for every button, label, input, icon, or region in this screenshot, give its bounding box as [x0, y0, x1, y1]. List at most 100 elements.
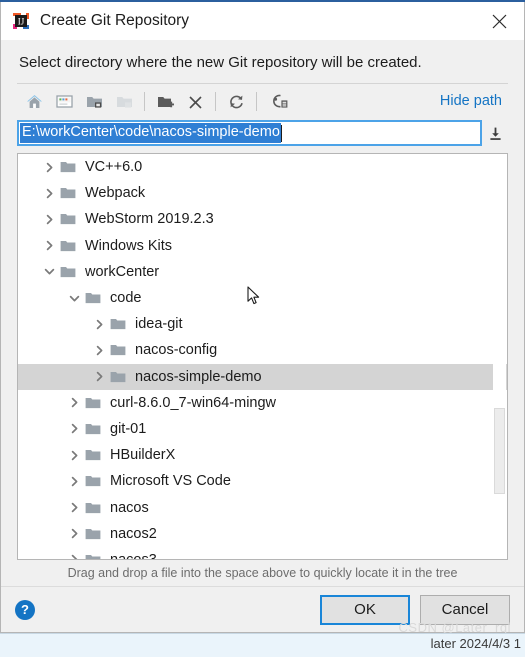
file-chooser-toolbar: Hide path: [15, 84, 510, 118]
chevron-right-icon[interactable]: [63, 502, 85, 513]
folder-icon: [85, 527, 107, 541]
tree-row[interactable]: WebStorm 2019.2.3: [18, 206, 507, 232]
project-folder-icon[interactable]: [79, 87, 109, 115]
dialog-body: Select directory where the new Git repos…: [1, 40, 524, 586]
tree-row[interactable]: nacos-simple-demo: [18, 363, 507, 390]
tree-row-label: VC++6.0: [85, 159, 143, 176]
intellij-idea-icon: IJ: [12, 12, 30, 30]
insert-path-icon[interactable]: [482, 120, 508, 146]
new-folder-icon[interactable]: [150, 87, 180, 115]
tree-row[interactable]: Microsoft VS Code: [18, 468, 507, 494]
toolbar-separator-3: [256, 91, 257, 111]
directory-tree-panel[interactable]: VC++6.0 Webpack WebStorm 2019.2.3 Windows K…: [17, 153, 508, 560]
tree-row-label: idea-git: [135, 316, 183, 333]
hide-path-link[interactable]: Hide path: [440, 93, 506, 109]
folder-icon: [85, 396, 107, 410]
tree-row[interactable]: git-01: [18, 416, 507, 442]
chevron-right-icon[interactable]: [88, 319, 110, 330]
tree-row[interactable]: workCenter: [18, 259, 507, 285]
help-icon[interactable]: ?: [15, 599, 35, 620]
tree-row[interactable]: Webpack: [18, 180, 507, 206]
folder-icon: [85, 291, 107, 305]
chevron-right-icon[interactable]: [63, 528, 85, 539]
chevron-right-icon[interactable]: [63, 397, 85, 408]
folder-icon: [60, 212, 82, 226]
chevron-right-icon[interactable]: [88, 371, 110, 382]
chevron-right-icon[interactable]: [38, 214, 60, 225]
tree-row-label: nacos3: [107, 552, 157, 559]
tree-row-label: curl-8.6.0_7-win64-mingw: [110, 394, 277, 411]
tree-row-label: git-01: [110, 420, 147, 437]
module-folder-icon[interactable]: [109, 87, 139, 115]
chevron-right-icon[interactable]: [38, 162, 60, 173]
tree-row[interactable]: nacos2: [18, 521, 507, 547]
close-icon[interactable]: [478, 4, 520, 38]
tree-row-label: workCenter: [85, 263, 160, 280]
chevron-right-icon[interactable]: [38, 188, 60, 199]
ok-button[interactable]: OK: [320, 594, 410, 625]
windows-taskbar: later 2024/4/3 1: [0, 633, 525, 657]
delete-icon[interactable]: [180, 87, 210, 115]
tree-row-label: Webpack: [85, 185, 146, 202]
chevron-right-icon[interactable]: [38, 240, 60, 251]
tree-row-label: Windows Kits: [85, 237, 173, 254]
folder-icon: [85, 422, 107, 436]
tree-scrollbar-thumb[interactable]: [494, 408, 505, 494]
dialog-prompt: Select directory where the new Git repos…: [19, 54, 422, 71]
dialog-footer: ? OK Cancel: [1, 586, 524, 632]
tree-row-label: nacos-simple-demo: [135, 368, 262, 385]
chevron-right-icon[interactable]: [63, 423, 85, 434]
path-input[interactable]: E:\workCenter\code\nacos-simple-demo: [17, 120, 482, 146]
folder-icon: [110, 370, 132, 384]
refresh-icon[interactable]: [221, 87, 251, 115]
path-input-value: E:\workCenter\code\nacos-simple-demo: [20, 123, 281, 143]
dialog-titlebar: IJ Create Git Repository: [1, 2, 524, 40]
desktop-icon[interactable]: [49, 87, 79, 115]
tree-row[interactable]: VC++6.0: [18, 154, 507, 180]
folder-icon: [85, 474, 107, 488]
tree-row[interactable]: HBuilderX: [18, 442, 507, 468]
tree-row-label: HBuilderX: [110, 447, 176, 464]
chevron-right-icon[interactable]: [63, 450, 85, 461]
tree-scrollbar-track[interactable]: [493, 155, 506, 558]
folder-icon: [85, 448, 107, 462]
tree-row-label: nacos2: [110, 525, 157, 542]
tree-row-label: nacos: [110, 499, 149, 516]
drag-drop-hint: Drag and drop a file into the space abov…: [67, 566, 458, 580]
tree-row[interactable]: nacos-config: [18, 337, 507, 363]
path-row: E:\workCenter\code\nacos-simple-demo: [15, 119, 510, 147]
folder-icon: [60, 186, 82, 200]
show-hidden-files-icon[interactable]: [262, 87, 296, 115]
tree-row[interactable]: idea-git: [18, 311, 507, 337]
chevron-right-icon[interactable]: [88, 345, 110, 356]
folder-icon: [60, 239, 82, 253]
tree-row-label: WebStorm 2019.2.3: [85, 211, 214, 228]
toolbar-separator-1: [144, 91, 145, 111]
chevron-down-icon[interactable]: [63, 293, 85, 304]
svg-text:IJ: IJ: [18, 17, 25, 27]
taskbar-clock: later 2024/4/3 1: [430, 636, 521, 651]
chevron-down-icon[interactable]: [38, 266, 60, 277]
tree-row[interactable]: nacos: [18, 494, 507, 520]
toolbar-separator-2: [215, 91, 216, 111]
tree-row[interactable]: curl-8.6.0_7-win64-mingw: [18, 390, 507, 416]
folder-icon: [60, 265, 82, 279]
tree-row-label: nacos-config: [135, 342, 218, 359]
home-icon[interactable]: [19, 87, 49, 115]
folder-icon: [110, 317, 132, 331]
chevron-right-icon[interactable]: [63, 554, 85, 559]
tree-row[interactable]: code: [18, 285, 507, 311]
folder-icon: [85, 501, 107, 515]
cancel-button[interactable]: Cancel: [420, 594, 510, 625]
tree-row[interactable]: nacos3: [18, 547, 507, 559]
directory-tree[interactable]: VC++6.0 Webpack WebStorm 2019.2.3 Windows K…: [18, 154, 507, 559]
tree-row-label: Microsoft VS Code: [110, 473, 231, 490]
text-caret: [280, 124, 282, 142]
screen: IJ Create Git Repository Select director…: [0, 0, 525, 657]
chevron-right-icon[interactable]: [63, 476, 85, 487]
dialog-title: Create Git Repository: [40, 12, 190, 29]
folder-icon: [85, 553, 107, 559]
create-git-repository-dialog: IJ Create Git Repository Select director…: [0, 2, 525, 633]
folder-icon: [60, 160, 82, 174]
tree-row[interactable]: Windows Kits: [18, 233, 507, 259]
